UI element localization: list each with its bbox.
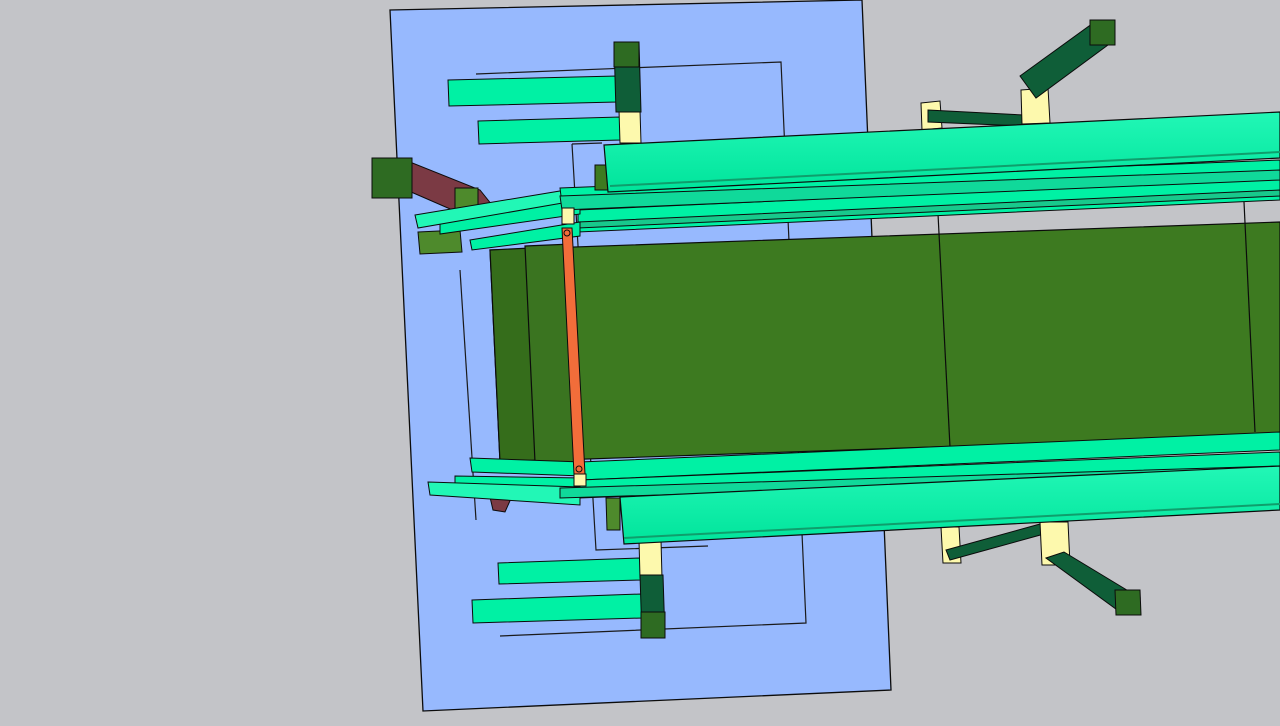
- upper-right-support: [920, 19, 1116, 131]
- lower-right-support: [940, 521, 1142, 616]
- lower-left-post: [638, 539, 666, 639]
- cad-viewport[interactable]: [0, 0, 1280, 726]
- conveyor-model: [371, 0, 1280, 712]
